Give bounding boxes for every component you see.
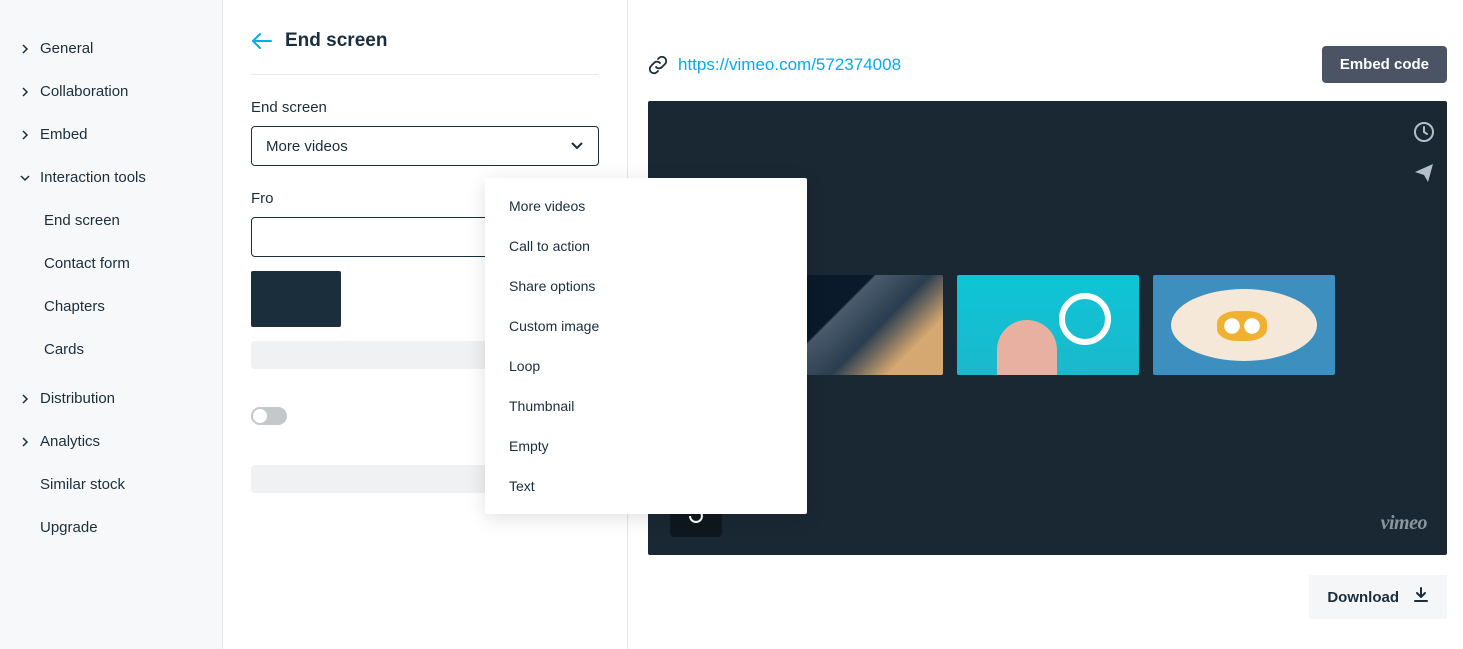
sidebar-label: Analytics (40, 433, 100, 450)
option-custom-image[interactable]: Custom image (485, 306, 807, 346)
option-more-videos[interactable]: More videos (485, 186, 807, 226)
sidebar-sub-contact-form[interactable]: Contact form (0, 245, 222, 282)
sidebar-label: Distribution (40, 390, 115, 407)
sidebar-item-analytics[interactable]: Analytics (0, 423, 222, 460)
link-icon (648, 55, 668, 75)
end-screen-dropdown: More videos Call to action Share options… (485, 178, 807, 514)
option-text[interactable]: Text (485, 466, 807, 506)
sidebar-sub-chapters[interactable]: Chapters (0, 288, 222, 325)
end-screen-field-label: End screen (251, 99, 599, 116)
select-value: More videos (266, 138, 348, 155)
video-thumb[interactable] (1153, 275, 1335, 375)
sidebar-label: Upgrade (40, 519, 98, 536)
chevron-right-icon (20, 437, 34, 447)
sidebar-item-interaction-tools[interactable]: Interaction tools (0, 159, 222, 196)
option-empty[interactable]: Empty (485, 426, 807, 466)
sidebar-sub-end-screen[interactable]: End screen (0, 202, 222, 239)
sidebar-label: Collaboration (40, 83, 128, 100)
video-url[interactable]: https://vimeo.com/572374008 (678, 55, 901, 75)
embed-code-button[interactable]: Embed code (1322, 46, 1447, 83)
sidebar-label: Similar stock (40, 476, 125, 493)
option-thumbnail[interactable]: Thumbnail (485, 386, 807, 426)
video-url-wrap: https://vimeo.com/572374008 (648, 55, 901, 75)
chevron-right-icon (20, 44, 34, 54)
chevron-down-icon (20, 173, 34, 183)
player-side-controls (1413, 121, 1435, 183)
sidebar-item-embed[interactable]: Embed (0, 116, 222, 153)
sidebar-label: General (40, 40, 93, 57)
chevron-down-icon (570, 141, 584, 151)
vimeo-logo: vimeo (1381, 512, 1427, 535)
option-loop[interactable]: Loop (485, 346, 807, 386)
sidebar-item-distribution[interactable]: Distribution (0, 380, 222, 417)
chevron-right-icon (20, 87, 34, 97)
option-call-to-action[interactable]: Call to action (485, 226, 807, 266)
panel-header: End screen (251, 30, 599, 75)
download-label: Download (1327, 589, 1399, 606)
share-icon[interactable] (1413, 161, 1435, 183)
download-button[interactable]: Download (1309, 575, 1447, 619)
back-arrow-icon[interactable] (251, 32, 273, 50)
sidebar-item-similar-stock[interactable]: Similar stock (0, 466, 222, 503)
preview-header: https://vimeo.com/572374008 Embed code (648, 20, 1455, 93)
toggle-switch[interactable] (251, 407, 287, 425)
watch-later-icon[interactable] (1413, 121, 1435, 143)
end-screen-select[interactable]: More videos (251, 126, 599, 166)
sidebar-item-upgrade[interactable]: Upgrade (0, 509, 222, 546)
chevron-right-icon (20, 394, 34, 404)
sidebar-item-collaboration[interactable]: Collaboration (0, 73, 222, 110)
download-row: Download (648, 575, 1447, 619)
sidebar-label: Interaction tools (40, 169, 146, 186)
option-share-options[interactable]: Share options (485, 266, 807, 306)
settings-panel: End screen End screen More videos Fro Mo… (223, 0, 628, 649)
download-icon (1413, 587, 1429, 607)
settings-sidebar: General Collaboration Embed Interaction … (0, 0, 223, 649)
sidebar-sub-cards[interactable]: Cards (0, 331, 222, 368)
sidebar-label: Embed (40, 126, 88, 143)
chevron-right-icon (20, 130, 34, 140)
video-thumb[interactable] (957, 275, 1139, 375)
panel-title: End screen (285, 30, 387, 52)
end-screen-thumbnails (761, 275, 1335, 375)
sidebar-item-general[interactable]: General (0, 30, 222, 67)
thumb-preview[interactable] (251, 271, 341, 327)
